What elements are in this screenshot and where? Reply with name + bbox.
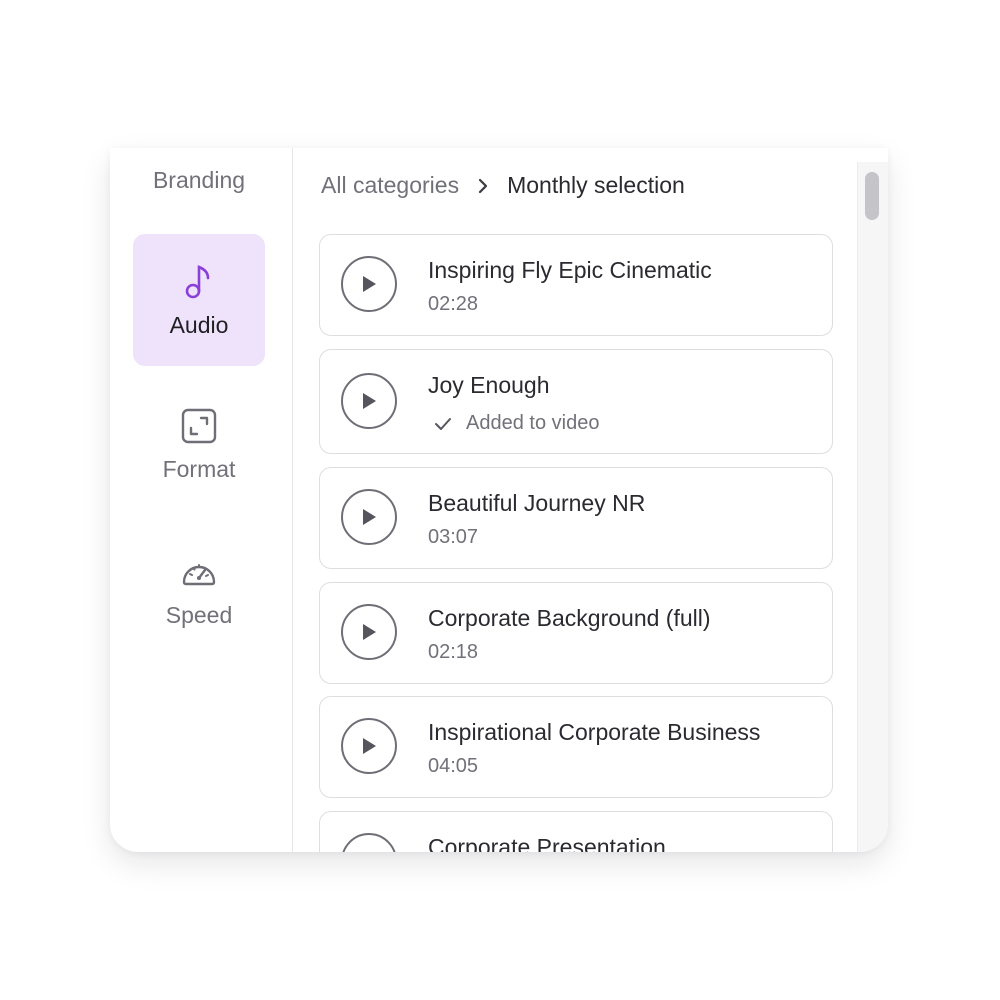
- sidebar-item-audio[interactable]: Audio: [133, 234, 265, 366]
- play-button[interactable]: [341, 833, 397, 852]
- speedometer-icon: [179, 552, 219, 592]
- audio-settings-panel: Branding Audio Format Speed All categori…: [110, 148, 888, 852]
- track-card[interactable]: Inspiring Fly Epic Cinematic 02:28: [319, 234, 833, 336]
- play-icon: [363, 393, 376, 409]
- play-button[interactable]: [341, 256, 397, 312]
- breadcrumb: All categories Monthly selection: [321, 172, 685, 199]
- track-status-label: Added to video: [466, 412, 600, 434]
- track-duration: 02:18: [428, 641, 479, 663]
- track-card[interactable]: Joy Enough Added to video: [319, 349, 833, 454]
- track-status: Added to video: [428, 412, 599, 435]
- breadcrumb-current: Monthly selection: [507, 172, 685, 198]
- sidebar-item-label: Audio: [169, 311, 229, 338]
- track-title: Corporate Presentation: [428, 834, 666, 852]
- play-icon: [363, 624, 376, 640]
- sidebar-item-format[interactable]: Format: [133, 394, 265, 494]
- play-icon: [360, 851, 378, 852]
- track-title: Corporate Background (full): [428, 605, 711, 631]
- track-card[interactable]: Corporate Background (full) 02:18: [319, 582, 833, 684]
- music-note-icon: [179, 262, 219, 302]
- play-button[interactable]: [341, 604, 397, 660]
- play-icon: [363, 509, 376, 525]
- resize-icon: [179, 406, 219, 446]
- track-card[interactable]: Inspirational Corporate Business 04:05: [319, 696, 833, 798]
- sidebar-item-label: Branding: [152, 166, 246, 193]
- track-duration: 02:28: [428, 293, 479, 315]
- sidebar-item-speed[interactable]: Speed: [133, 540, 265, 640]
- sidebar-item-label: Speed: [165, 601, 233, 628]
- scrollbar[interactable]: [857, 162, 888, 852]
- sidebar-item-branding[interactable]: Branding: [133, 156, 265, 204]
- track-card[interactable]: Corporate Presentation: [319, 811, 833, 852]
- track-card[interactable]: Beautiful Journey NR 03:07: [319, 467, 833, 569]
- track-title: Inspiring Fly Epic Cinematic: [428, 257, 712, 283]
- play-icon: [363, 276, 376, 292]
- track-title: Beautiful Journey NR: [428, 490, 646, 516]
- play-button[interactable]: [341, 373, 397, 429]
- play-button[interactable]: [341, 718, 397, 774]
- scrollbar-thumb[interactable]: [865, 172, 879, 220]
- check-icon: [434, 416, 452, 432]
- track-title: Joy Enough: [428, 372, 550, 398]
- breadcrumb-root-link[interactable]: All categories: [321, 172, 459, 199]
- track-title: Inspirational Corporate Business: [428, 719, 761, 745]
- audio-library: All categories Monthly selection Inspiri…: [294, 148, 888, 852]
- track-duration: 04:05: [428, 755, 479, 777]
- sidebar-item-label: Format: [162, 455, 236, 482]
- sidebar: Branding Audio Format Speed: [110, 148, 293, 852]
- play-icon: [363, 738, 376, 754]
- play-button[interactable]: [341, 489, 397, 545]
- chevron-right-icon: [473, 176, 493, 196]
- track-duration: 03:07: [428, 526, 479, 548]
